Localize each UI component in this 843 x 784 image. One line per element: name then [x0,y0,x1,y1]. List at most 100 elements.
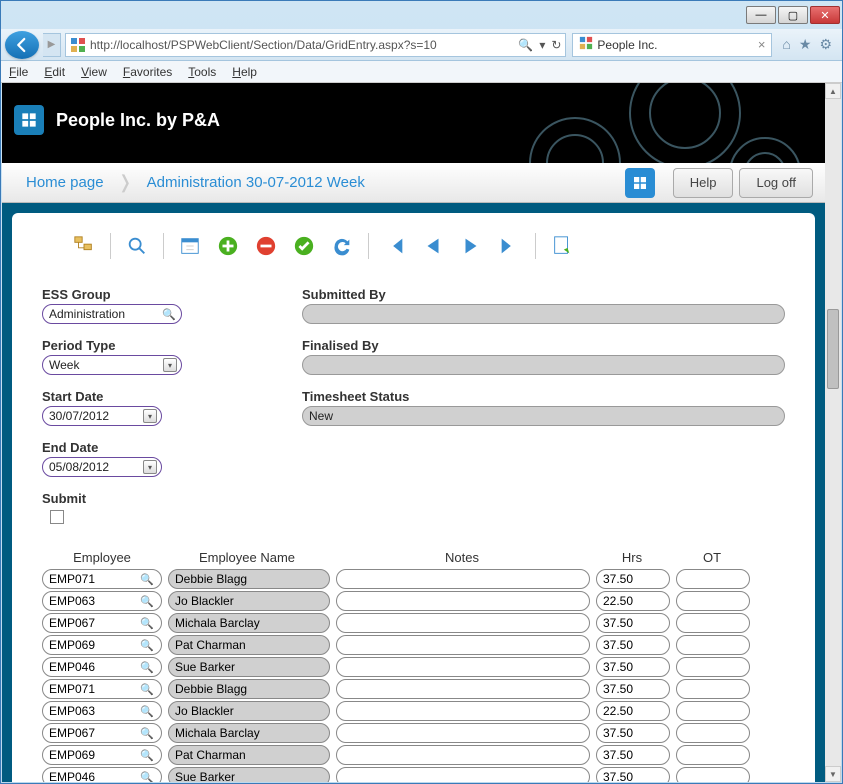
last-icon[interactable] [497,234,521,258]
notes-cell[interactable] [336,723,590,743]
approve-icon[interactable] [292,234,316,258]
lookup-icon[interactable]: 🔍 [139,703,155,719]
close-button[interactable]: ✕ [810,6,840,24]
chevron-down-icon[interactable]: ▾ [143,460,157,474]
notes-cell[interactable] [336,679,590,699]
ot-cell[interactable] [676,701,750,721]
hrs-cell[interactable]: 37.50 [596,613,670,633]
minimize-button[interactable]: — [746,6,776,24]
scroll-up-icon[interactable]: ▲ [825,83,841,99]
menu-tools[interactable]: Tools [188,65,216,79]
ot-cell[interactable] [676,569,750,589]
menu-view[interactable]: View [81,65,107,79]
refresh-icon[interactable]: ↻ [551,38,561,52]
ot-cell[interactable] [676,723,750,743]
help-button[interactable]: Help [673,168,734,198]
scroll-track[interactable] [825,99,841,766]
ot-cell[interactable] [676,657,750,677]
hrs-cell[interactable]: 37.50 [596,745,670,765]
url-input[interactable] [90,38,518,52]
employee-cell[interactable]: EMP046🔍 [42,657,162,677]
notes-cell[interactable] [336,613,590,633]
employee-cell[interactable]: EMP063🔍 [42,591,162,611]
hrs-cell[interactable]: 37.50 [596,723,670,743]
ot-cell[interactable] [676,767,750,782]
scroll-down-icon[interactable]: ▼ [825,766,841,782]
add-icon[interactable] [216,234,240,258]
hrs-cell[interactable]: 37.50 [596,657,670,677]
chevron-down-icon[interactable]: ▾ [163,358,177,372]
search-icon[interactable]: 🔍 [518,38,533,52]
ot-cell[interactable] [676,679,750,699]
next-icon[interactable] [459,234,483,258]
end-date-input[interactable]: 05/08/2012 ▾ [42,457,162,477]
notes-cell[interactable] [336,635,590,655]
notes-cell[interactable] [336,767,590,782]
menu-favorites[interactable]: Favorites [123,65,172,79]
notes-cell[interactable] [336,657,590,677]
lookup-icon[interactable]: 🔍 [139,615,155,631]
ess-group-input[interactable]: Administration 🔍 [42,304,182,324]
employee-cell[interactable]: EMP069🔍 [42,745,162,765]
breadcrumb-home[interactable]: Home page [14,174,116,191]
favorites-icon[interactable]: ★ [799,36,812,53]
employee-cell[interactable]: EMP063🔍 [42,701,162,721]
stop-icon[interactable]: ▾ [539,38,545,52]
maximize-button[interactable]: ▢ [778,6,808,24]
delete-icon[interactable] [254,234,278,258]
hrs-cell[interactable]: 37.50 [596,569,670,589]
lookup-icon[interactable]: 🔍 [139,659,155,675]
scroll-thumb[interactable] [827,309,839,389]
employee-cell[interactable]: EMP046🔍 [42,767,162,782]
vertical-scrollbar[interactable]: ▲ ▼ [825,83,841,782]
menu-file[interactable]: File [9,65,28,79]
ot-cell[interactable] [676,635,750,655]
lookup-icon[interactable]: 🔍 [139,725,155,741]
notes-cell[interactable] [336,701,590,721]
lookup-icon[interactable]: 🔍 [161,306,177,322]
menu-help[interactable]: Help [232,65,257,79]
lookup-icon[interactable]: 🔍 [139,747,155,763]
back-button[interactable] [5,31,39,59]
first-icon[interactable] [383,234,407,258]
close-tab-icon[interactable]: × [758,37,766,52]
refresh-icon[interactable] [330,234,354,258]
period-type-select[interactable]: Week ▾ [42,355,182,375]
chevron-down-icon[interactable]: ▾ [143,409,157,423]
submit-checkbox[interactable] [50,510,64,524]
hrs-cell[interactable]: 22.50 [596,591,670,611]
employee-cell[interactable]: EMP071🔍 [42,569,162,589]
lookup-icon[interactable]: 🔍 [139,571,155,587]
logoff-button[interactable]: Log off [739,168,813,198]
notes-cell[interactable] [336,745,590,765]
employee-cell[interactable]: EMP067🔍 [42,613,162,633]
home-icon[interactable]: ⌂ [782,36,790,53]
lookup-icon[interactable]: 🔍 [139,637,155,653]
breadcrumb-logo-icon[interactable] [625,168,655,198]
notes-cell[interactable] [336,591,590,611]
notes-cell[interactable] [336,569,590,589]
hrs-cell[interactable]: 22.50 [596,701,670,721]
lookup-icon[interactable]: 🔍 [139,593,155,609]
tools-icon[interactable]: ⚙ [819,36,832,53]
export-icon[interactable] [550,234,574,258]
employee-cell[interactable]: EMP071🔍 [42,679,162,699]
lookup-icon[interactable]: 🔍 [139,769,155,782]
hrs-cell[interactable]: 37.50 [596,767,670,782]
prev-icon[interactable] [421,234,445,258]
menu-edit[interactable]: Edit [44,65,65,79]
calendar-icon[interactable] [178,234,202,258]
ot-cell[interactable] [676,591,750,611]
forward-button[interactable]: ▶ [43,33,61,57]
start-date-input[interactable]: 30/07/2012 ▾ [42,406,162,426]
employee-cell[interactable]: EMP067🔍 [42,723,162,743]
hrs-cell[interactable]: 37.50 [596,679,670,699]
ot-cell[interactable] [676,745,750,765]
tree-icon[interactable] [72,234,96,258]
search-icon[interactable] [125,234,149,258]
lookup-icon[interactable]: 🔍 [139,681,155,697]
ot-cell[interactable] [676,613,750,633]
hrs-cell[interactable]: 37.50 [596,635,670,655]
url-bar[interactable]: 🔍 ▾ ↻ [65,33,566,57]
breadcrumb-current[interactable]: Administration 30-07-2012 Week [135,174,377,191]
